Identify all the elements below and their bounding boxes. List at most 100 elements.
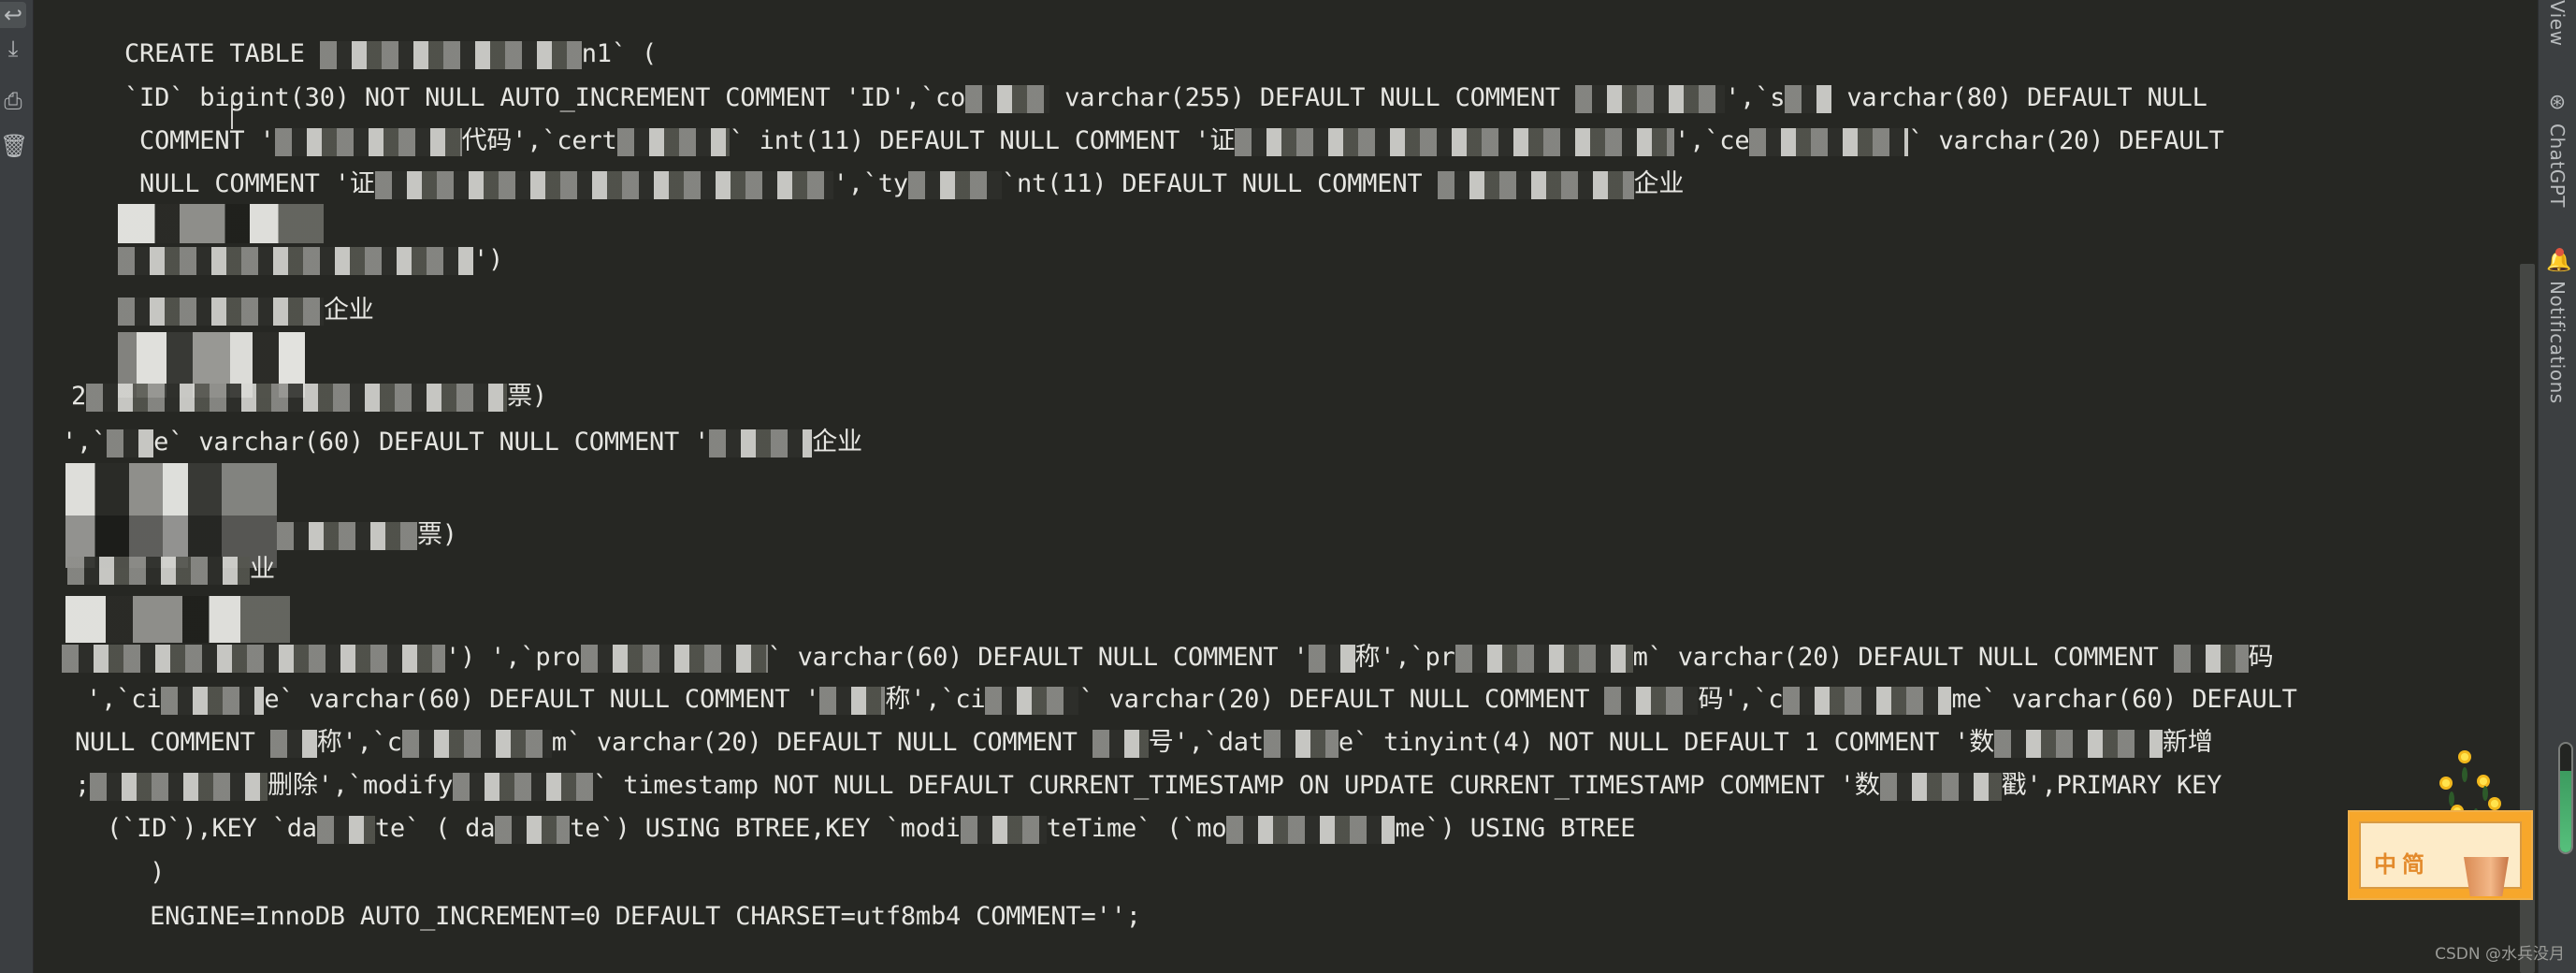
redacted-text <box>1575 84 1726 113</box>
print-icon[interactable]: ⎙ <box>0 88 26 114</box>
code-line: ENGINE=InnoDB AUTO_INCREMENT=0 DEFAULT C… <box>120 901 1141 933</box>
code-text: e` tinyint(4) NOT NULL DEFAULT 1 COMMENT… <box>1338 728 1995 757</box>
code-text: te`) USING BTREE,KEY `modi <box>570 814 961 843</box>
redacted-text <box>86 383 508 412</box>
redacted-text <box>2173 644 2249 673</box>
code-line: 票) <box>277 519 457 551</box>
scroll-to-end-icon[interactable]: ⤓ <box>0 36 26 62</box>
view-tab[interactable]: View <box>2546 0 2569 46</box>
code-text: 企业 <box>1633 169 1685 198</box>
code-text: 删除',`modify <box>268 771 454 800</box>
redacted-text <box>277 521 417 550</box>
code-text: ',`ce <box>1674 126 1750 155</box>
code-text: ; <box>75 771 91 800</box>
code-line: COMMENT ' 代码',`cert ` int(11) DEFAULT NULL… <box>124 125 2224 157</box>
redacted-text <box>819 686 886 715</box>
sticker-badge: 中简 <box>2348 810 2533 900</box>
redacted-text <box>1226 815 1396 844</box>
code-text: ` varchar(60) DEFAULT NULL COMMENT ' <box>767 643 1309 672</box>
code-text: NULL COMMENT '证 <box>124 169 375 198</box>
chatgpt-tab[interactable]: ChatGPT <box>2546 123 2569 208</box>
code-line: ; 删除',`modify ` timestamp NOT NULL DEFAULT… <box>75 770 2221 802</box>
code-text: ) <box>120 858 166 887</box>
redacted-text <box>67 556 250 585</box>
redacted-text <box>118 204 324 243</box>
code-text: 戳',PRIMARY KEY <box>2001 771 2222 800</box>
code-text: 企业 <box>812 428 862 457</box>
redacted-text <box>374 170 833 199</box>
code-text: 代码',`cert <box>461 126 617 155</box>
redacted-text <box>269 729 317 758</box>
redacted-text <box>90 772 268 801</box>
redacted-text <box>118 246 473 275</box>
editor-gutter-toolbar: ↩ ⤓ ⎙ 🗑 <box>0 0 34 973</box>
code-editor[interactable]: CREATE TABLE n1` ( `ID` bigint(30) NOT N… <box>34 0 2516 973</box>
code-text: te` ( da <box>374 814 496 843</box>
code-text: 新增 <box>2163 728 2213 757</box>
memory-indicator[interactable] <box>2558 742 2573 854</box>
code-text: m` varchar(20) DEFAULT NULL COMMENT <box>1632 643 2174 672</box>
code-text: varchar(80) DEFAULT NULL <box>1831 83 2207 112</box>
code-text: `ID` bigint(30) NOT NULL AUTO_INCREMENT … <box>124 83 966 112</box>
code-text: ',` <box>62 428 108 457</box>
code-text: ` timestamp NOT NULL DEFAULT CURRENT_TIM… <box>593 771 1880 800</box>
redacted-text <box>1783 686 1952 715</box>
code-line: 企业 <box>118 295 374 327</box>
sticker-label: 中简 <box>2374 851 2430 878</box>
soft-wrap-icon[interactable]: ↩ <box>0 2 26 28</box>
code-text: CREATE TABLE <box>124 39 320 68</box>
code-line: 2 票) <box>71 381 547 413</box>
code-text: ',`s <box>1725 83 1786 112</box>
code-text: ENGINE=InnoDB AUTO_INCREMENT=0 DEFAULT C… <box>120 902 1141 931</box>
redacted-text <box>709 428 813 457</box>
code-line: ',` e` varchar(60) DEFAULT NULL COMMENT '… <box>62 427 862 458</box>
code-text: (`ID`),KEY `da <box>92 814 317 843</box>
sticker-panel: 中简 <box>2359 821 2522 896</box>
redacted-text <box>107 428 154 457</box>
redacted-text <box>965 84 1050 113</box>
code-line: ) <box>120 857 165 889</box>
code-text: me`) USING BTREE <box>1395 814 1636 843</box>
redacted-text <box>319 40 582 69</box>
redacted-text <box>960 815 1047 844</box>
memory-usage-fill <box>2560 771 2571 852</box>
text-cursor <box>231 97 233 129</box>
code-text: `nt(11) DEFAULT NULL COMMENT <box>1001 169 1438 198</box>
code-text: ',`ty <box>832 169 908 198</box>
redacted-text <box>1092 729 1149 758</box>
redacted-text <box>1263 729 1339 758</box>
redacted-text <box>62 644 445 673</box>
code-text: 码 <box>2248 643 2274 672</box>
code-text: NULL COMMENT <box>75 728 270 757</box>
code-line: `ID` bigint(30) NOT NULL AUTO_INCREMENT … <box>124 82 2207 114</box>
code-text: n1` ( <box>581 39 658 68</box>
code-line: ') ',`pro ` varchar(60) DEFAULT NULL COMM… <box>62 642 2274 674</box>
delete-icon[interactable]: 🗑 <box>0 133 28 159</box>
redacted-text <box>580 644 768 673</box>
watermark: CSDN @水兵没月 <box>2435 945 2565 964</box>
redacted-text <box>985 686 1079 715</box>
redacted-text <box>401 729 552 758</box>
redacted-text <box>907 170 1002 199</box>
redacted-text <box>1308 644 1355 673</box>
redacted-text <box>1437 170 1634 199</box>
code-text: 票) <box>507 382 547 411</box>
code-text: varchar(255) DEFAULT NULL COMMENT <box>1049 83 1576 112</box>
redacted-text <box>316 815 375 844</box>
redacted-text <box>1235 127 1675 156</box>
code-text: ',`ci <box>71 685 162 714</box>
notifications-tab[interactable]: Notifications <box>2546 281 2569 404</box>
code-line: (`ID`),KEY `da te` ( da te`) USING BTREE,K… <box>92 813 1636 845</box>
code-text: ') <box>473 245 504 274</box>
code-text: 称',`pr <box>1354 643 1455 672</box>
code-text: 号',`dat <box>1148 728 1264 757</box>
code-line: ') <box>118 244 503 276</box>
code-text: 称',`ci <box>885 685 986 714</box>
code-text: teTime` (`mo <box>1046 814 1227 843</box>
code-text: 票) <box>417 520 457 549</box>
code-text: 2 <box>71 382 87 411</box>
code-text: me` varchar(60) DEFAULT <box>1951 685 2297 714</box>
code-text: 称',`c <box>316 728 402 757</box>
redacted-text <box>65 463 277 568</box>
code-text: ` varchar(20) DEFAULT <box>1908 126 2224 155</box>
